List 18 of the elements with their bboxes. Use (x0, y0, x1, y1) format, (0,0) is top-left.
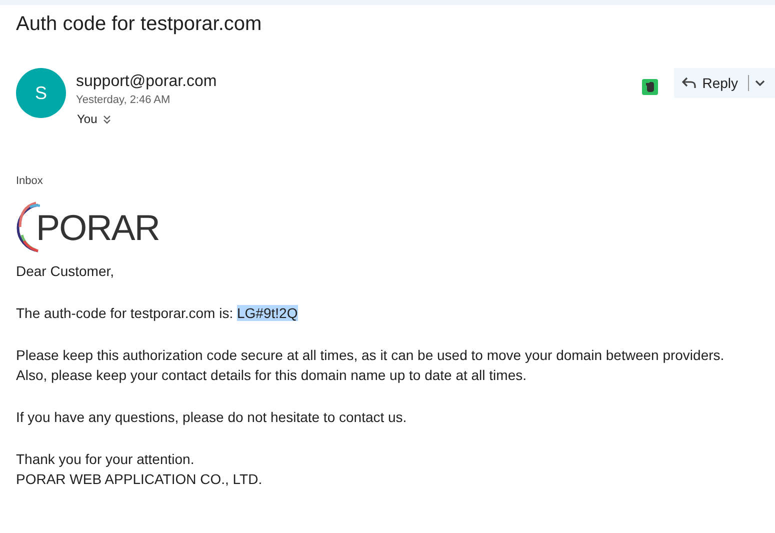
reply-button[interactable]: Reply (674, 68, 775, 98)
porar-logo: PORAR (16, 201, 160, 255)
caret-icon (755, 80, 765, 86)
folder-label: Inbox (16, 174, 43, 188)
sender-avatar: S (16, 68, 66, 118)
reply-arrow-icon (682, 77, 696, 89)
expand-chevron-icon[interactable] (103, 114, 112, 124)
email-subject: Auth code for testporar.com (16, 12, 262, 37)
auth-code-line: The auth-code for testporar.com is: LG#9t!2Q (16, 304, 298, 323)
body-text-line: Please keep this authorization code secure at all times, as it can be used to move your domain between providers. (16, 346, 724, 365)
sender-address: support@porar.com (76, 72, 217, 92)
sent-time: Yesterday, 2:46 AM (76, 93, 172, 108)
recipient: You (77, 111, 98, 127)
body-text-line: Thank you for your attention. (16, 450, 194, 469)
greeting: Dear Customer, (16, 262, 114, 281)
body-text-line: Also, please keep your contact details for this domain name up to date at all times. (16, 366, 527, 385)
body-text-line: If you have any questions, please do not hesitate to contact us. (16, 408, 407, 427)
body-text-line: PORAR WEB APPLICATION CO., LTD. (16, 470, 262, 489)
